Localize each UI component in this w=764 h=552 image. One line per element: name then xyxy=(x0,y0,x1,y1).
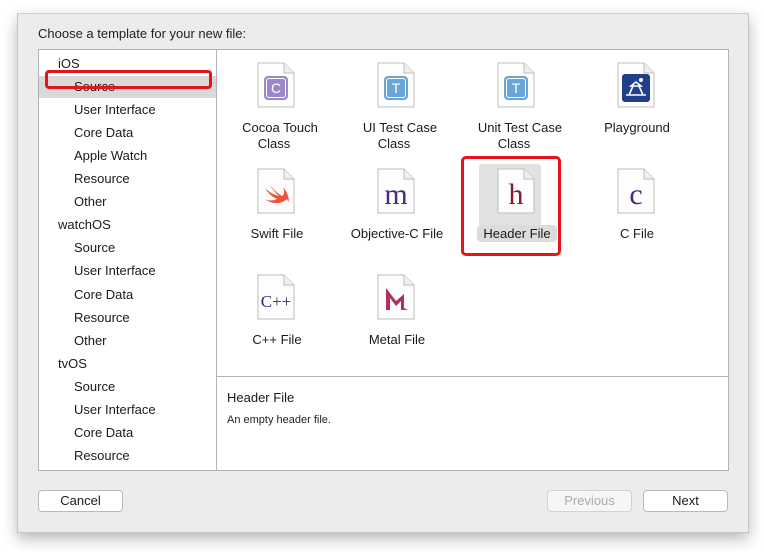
selected-category-highlight xyxy=(45,70,212,90)
objective-c-file-icon: m xyxy=(377,168,415,214)
template-label-text: Objective-C File xyxy=(350,226,444,241)
cocoa-touch-class-icon: C xyxy=(257,62,295,108)
sidebar-item-resource[interactable]: Resource xyxy=(39,445,216,467)
template-label: Unit Test Case Class xyxy=(467,120,567,152)
sidebar-item-resource[interactable]: Resource xyxy=(39,168,216,190)
sidebar-item-user-interface[interactable]: User Interface xyxy=(39,260,216,282)
template-c-file[interactable]: c C File xyxy=(577,168,697,258)
template-label: Header File xyxy=(457,225,577,242)
template-label-text: C File xyxy=(620,226,654,241)
template-label: Swift File xyxy=(217,226,337,242)
description-text: An empty header file. xyxy=(227,414,331,426)
svg-text:C: C xyxy=(271,80,281,96)
swift-icon xyxy=(257,168,295,214)
template-swift-file[interactable]: Swift File xyxy=(217,168,337,258)
template-metal-file[interactable]: Metal File xyxy=(337,274,457,364)
header-file-icon: h xyxy=(497,168,535,214)
template-label-text: UI Test Case Class xyxy=(362,120,438,151)
sheet-prompt: Choose a template for your new file: xyxy=(38,26,247,41)
sidebar-item-apple-watch[interactable]: Apple Watch xyxy=(39,145,216,167)
playground-icon xyxy=(617,62,655,108)
c-file-icon: c xyxy=(617,168,655,214)
svg-text:c: c xyxy=(629,178,642,211)
template-c-file[interactable]: C++ C++ File xyxy=(217,274,337,364)
template-cocoa-touch-class[interactable]: C Cocoa Touch Class xyxy=(217,62,337,152)
svg-text:T: T xyxy=(512,80,521,96)
description-title: Header File xyxy=(227,390,295,405)
template-grid: C Cocoa Touch Class T UI Test Case Class T Un… xyxy=(217,50,728,376)
template-ui-test-case-class[interactable]: T UI Test Case Class xyxy=(337,62,457,152)
template-label: C File xyxy=(577,226,697,242)
svg-text:h: h xyxy=(509,178,524,211)
svg-text:m: m xyxy=(384,178,407,211)
sidebar-item-core-data[interactable]: Core Data xyxy=(39,122,216,144)
sidebar-item-core-data[interactable]: Core Data xyxy=(39,422,216,444)
template-objective-c-file[interactable]: m Objective-C File xyxy=(337,168,457,258)
cancel-button[interactable]: Cancel xyxy=(38,490,123,512)
ui-test-case-icon: T xyxy=(377,62,415,108)
template-unit-test-case-class[interactable]: T Unit Test Case Class xyxy=(457,62,577,152)
template-browser: iOS Source User Interface Core Data Apple Wa… xyxy=(38,49,729,471)
sidebar-item-resource[interactable]: Resource xyxy=(39,307,216,329)
sidebar-item-other[interactable]: Other xyxy=(39,330,216,352)
template-label: Objective-C File xyxy=(337,226,457,242)
metal-file-icon xyxy=(377,274,415,320)
sidebar-item-user-interface[interactable]: User Interface xyxy=(39,99,216,121)
template-description-pane: Header File An empty header file. xyxy=(217,376,728,471)
template-label-text: Cocoa Touch Class xyxy=(242,120,318,151)
sidebar-item-core-data[interactable]: Core Data xyxy=(39,284,216,306)
template-category-sidebar[interactable]: iOS Source User Interface Core Data Apple Wa… xyxy=(39,50,217,470)
template-label: C++ File xyxy=(217,332,337,348)
svg-text:C++: C++ xyxy=(261,292,292,311)
sidebar-platform-watchos[interactable]: watchOS xyxy=(39,214,216,236)
new-file-sheet: Choose a template for your new file: iOS… xyxy=(17,13,749,533)
template-label: UI Test Case Class xyxy=(347,120,447,152)
sidebar-platform-tvos[interactable]: tvOS xyxy=(39,353,216,375)
sidebar-item-user-interface[interactable]: User Interface xyxy=(39,399,216,421)
template-playground[interactable]: Playground xyxy=(577,62,697,152)
svg-text:T: T xyxy=(392,80,401,96)
next-button[interactable]: Next xyxy=(643,490,728,512)
template-label-text: Swift File xyxy=(250,226,304,241)
template-label: Playground xyxy=(577,120,697,136)
sidebar-item-other[interactable]: Other xyxy=(39,191,216,213)
template-label-text: Metal File xyxy=(368,332,426,347)
template-label: Cocoa Touch Class xyxy=(227,120,327,152)
template-label-text: Playground xyxy=(604,120,670,135)
sidebar-item-source[interactable]: Source xyxy=(39,376,216,398)
cpp-file-icon: C++ xyxy=(257,274,295,320)
previous-button[interactable]: Previous xyxy=(547,490,632,512)
template-header-file[interactable]: h Header File xyxy=(457,156,577,258)
template-label-text: Unit Test Case Class xyxy=(477,120,563,151)
template-label: Metal File xyxy=(337,332,457,348)
sidebar-item-source[interactable]: Source xyxy=(39,237,216,259)
unit-test-case-icon: T xyxy=(497,62,535,108)
template-label-text: C++ File xyxy=(252,332,302,347)
template-label-text: Header File xyxy=(477,225,557,242)
